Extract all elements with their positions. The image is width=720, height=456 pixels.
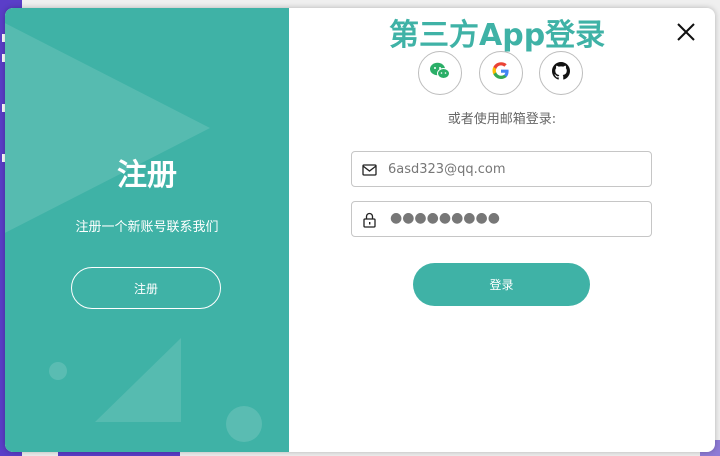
register-title: 注册 <box>117 158 177 193</box>
email-input[interactable] <box>388 158 638 180</box>
login-button[interactable]: 登录 <box>413 263 590 306</box>
github-login-button[interactable] <box>539 51 583 95</box>
decor-circle <box>226 406 262 442</box>
mail-icon <box>361 161 379 179</box>
github-icon <box>552 62 570 84</box>
close-icon[interactable] <box>674 20 698 44</box>
wechat-login-button[interactable] <box>418 51 462 95</box>
password-field[interactable]: ●●●●●●●●● <box>351 201 652 237</box>
password-input[interactable]: ●●●●●●●●● <box>390 210 500 226</box>
third-party-title: 第三方App登录 <box>389 18 606 53</box>
wechat-icon <box>429 61 451 85</box>
decor-triangle <box>5 18 210 238</box>
lock-icon <box>361 211 379 229</box>
register-panel: 注册 注册一个新账号联系我们 注册 <box>5 8 289 452</box>
google-icon <box>491 61 511 85</box>
google-login-button[interactable] <box>479 51 523 95</box>
decor-circle <box>49 362 67 380</box>
email-login-hint: 或者使用邮箱登录: <box>447 112 557 127</box>
register-button[interactable]: 注册 <box>71 267 221 309</box>
register-subtitle: 注册一个新账号联系我们 <box>75 220 219 235</box>
email-field[interactable] <box>351 151 652 187</box>
decor-triangle <box>95 338 181 422</box>
login-panel: 第三方App登录 或者使用邮箱登录: 6asd323@qq.com ●●●●●●… <box>289 8 715 452</box>
login-modal: 注册 注册一个新账号联系我们 注册 第三方App登录 或者使用邮箱登录: 6as… <box>5 8 715 452</box>
